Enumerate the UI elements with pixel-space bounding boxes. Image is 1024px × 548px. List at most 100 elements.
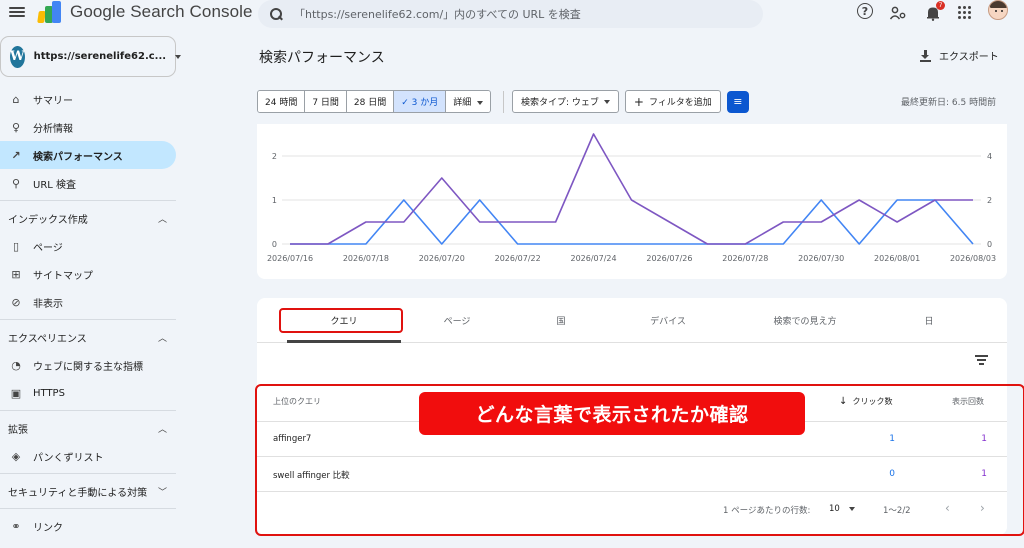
chevron-up-icon: ︿ (157, 333, 167, 344)
avatar[interactable] (988, 0, 1008, 20)
range-detail-button[interactable]: 詳細 (446, 91, 490, 112)
sidebar-item-1-0[interactable]: ◔ ウェブに関する主な指標 (0, 351, 176, 379)
search-console-logo-icon (37, 1, 62, 23)
tab-1[interactable]: ページ (444, 314, 471, 327)
y-right-tick-label: 0 (987, 240, 992, 249)
x-tick-label: 2026/07/24 (571, 254, 617, 263)
apps-grid-icon[interactable] (958, 6, 971, 19)
range-28d-button[interactable]: 28 日間 (346, 91, 395, 112)
sidebar-item-1-1[interactable]: ▣ HTTPS (0, 379, 176, 407)
property-selector[interactable]: W https://serenelife62.c... (0, 36, 182, 77)
sidebar-item-2-0[interactable]: ◈ パンくずリスト (0, 442, 176, 470)
divider (0, 410, 176, 411)
tab-3[interactable]: デバイス (650, 314, 686, 327)
sidebar-item-links[interactable]: ⚭ リンク (0, 512, 176, 540)
sidebar-item-label: 検索パフォーマンス (33, 151, 123, 163)
sidebar-section-title: セキュリティと手動による対策 (8, 487, 148, 499)
selected-tab-underline (287, 340, 401, 343)
chevron-up-icon: ︿ (157, 424, 167, 435)
notification-bell-icon[interactable]: 7 (924, 1, 945, 22)
x-tick-label: 2026/08/03 (950, 254, 996, 263)
app-name: Google Search Console (70, 2, 253, 21)
range-24h-button[interactable]: 24 時間 (258, 91, 306, 112)
x-tick-label: 2026/07/26 (646, 254, 692, 263)
sidebar-item-label: ウェブに関する主な指標 (33, 361, 143, 373)
sidebar-item-top-1[interactable]: ♀ 分析情報 (0, 113, 176, 141)
performance-chart: 0 1 2 0 2 4 2026/07/16 2026/07/18 2026/07/20 2026… (257, 124, 1007, 279)
chevron-down-icon (175, 54, 182, 59)
add-filter-label: フィルタを追加 (648, 98, 712, 108)
sidebar-section-security[interactable]: セキュリティと手動による対策 ﹀ (0, 477, 176, 505)
divider (0, 473, 176, 474)
link-icon: ⚭ (11, 519, 21, 533)
add-filter-button[interactable]: + フィルタを追加 (624, 90, 721, 113)
dropdown-arrow-icon (603, 99, 610, 104)
menu-icon[interactable] (9, 5, 25, 19)
sidebar-section-1[interactable]: エクスペリエンス ︿ (0, 323, 176, 351)
sidebar-nav: ⌂ サマリー ♀ 分析情報 ↗ 検索パフォーマンス ⚲ URL 検査インデックス作成 ︿ ▯ ページ… (0, 85, 176, 540)
people-settings-icon[interactable] (889, 4, 907, 22)
sidebar-item-0-2[interactable]: ⊘ 非表示 (0, 288, 176, 316)
sidebar-section-0[interactable]: インデックス作成 ︿ (0, 204, 176, 232)
dropdown-arrow-icon (477, 101, 483, 105)
sidebar-item-0-0[interactable]: ▯ ページ (0, 232, 176, 260)
download-icon (920, 49, 931, 62)
export-label: エクスポート (939, 52, 999, 63)
top-bar: Google Search Console ? 7 (0, 0, 1024, 30)
export-button[interactable]: エクスポート (920, 48, 999, 63)
x-tick-label: 2026/07/28 (722, 254, 768, 263)
help-icon[interactable]: ? (857, 3, 873, 19)
x-tick-label: 2026/08/01 (874, 254, 920, 263)
divider (0, 200, 176, 201)
date-range-selector: 24 時間 7 日間 28 日間 ✓ 3 か月 詳細 (257, 90, 491, 113)
sidebar-item-label: 非表示 (33, 298, 63, 310)
tab-2[interactable]: 国 (556, 314, 565, 327)
sitemap-icon: ⊞ (11, 267, 21, 281)
url-inspect-input[interactable] (294, 7, 734, 21)
sidebar-item-top-0[interactable]: ⌂ サマリー (0, 85, 176, 113)
x-tick-label: 2026/07/20 (419, 254, 465, 263)
sidebar-item-top-3[interactable]: ⚲ URL 検査 (0, 169, 176, 197)
sidebar-item-label: HTTPS (33, 387, 65, 399)
sidebar-section-title: エクスペリエンス (8, 333, 87, 345)
sidebar-item-label: リンク (33, 522, 63, 534)
sidebar-section-title: インデックス作成 (8, 214, 88, 226)
range-7d-button[interactable]: 7 日間 (305, 91, 347, 112)
app-logo[interactable]: Google Search Console (37, 1, 253, 23)
range-3m-button[interactable]: ✓ 3 か月 (394, 91, 447, 112)
visibility-off-icon: ⊘ (11, 295, 21, 309)
filter-toggle-button[interactable]: ≡ (726, 90, 749, 113)
x-tick-label: 2026/07/22 (495, 254, 541, 263)
url-inspect-search[interactable] (258, 0, 763, 28)
property-name: https://serenelife62.c... (33, 51, 167, 62)
divider (0, 508, 176, 509)
y-left-tick-label: 0 (272, 240, 277, 249)
line-chart: 0 1 2 0 2 4 2026/07/16 2026/07/18 2026/07/20 2026… (267, 133, 996, 263)
page-title: 検索パフォーマンス (259, 50, 385, 66)
y-right-tick-label: 2 (987, 196, 992, 205)
tab-5[interactable]: 日 (924, 314, 933, 327)
table-filter-icon[interactable] (975, 355, 988, 367)
search-type-label: 検索タイプ: ウェブ (521, 98, 599, 108)
check-icon: ✓ (401, 98, 412, 108)
x-tick-label: 2026/07/30 (798, 254, 844, 263)
lightbulb-icon: ♀ (11, 120, 21, 134)
chevron-up-icon: ︿ (157, 214, 167, 225)
search-type-dropdown[interactable]: 検索タイプ: ウェブ (512, 90, 619, 113)
notification-count-badge: 7 (936, 1, 945, 10)
lock-icon: ▣ (10, 386, 22, 400)
x-tick-label: 2026/07/16 (267, 254, 313, 263)
sidebar-item-top-2[interactable]: ↗ 検索パフォーマンス (0, 141, 176, 169)
annotation-callout: どんな言葉で表示されたか確認 (419, 392, 805, 435)
x-tick-label: 2026/07/18 (343, 254, 389, 263)
sidebar-item-label: サイトマップ (33, 270, 93, 282)
sidebar-item-0-1[interactable]: ⊞ サイトマップ (0, 260, 176, 288)
series-line-1 (290, 133, 973, 245)
sidebar-item-label: 分析情報 (33, 123, 73, 135)
search-icon (270, 8, 282, 20)
y-left-tick-label: 2 (272, 152, 277, 161)
tab-4[interactable]: 検索での見え方 (773, 314, 836, 327)
sidebar-item-label: ページ (33, 242, 63, 254)
sidebar-section-2[interactable]: 拡張 ︿ (0, 414, 176, 442)
wordpress-icon: W (10, 45, 25, 68)
